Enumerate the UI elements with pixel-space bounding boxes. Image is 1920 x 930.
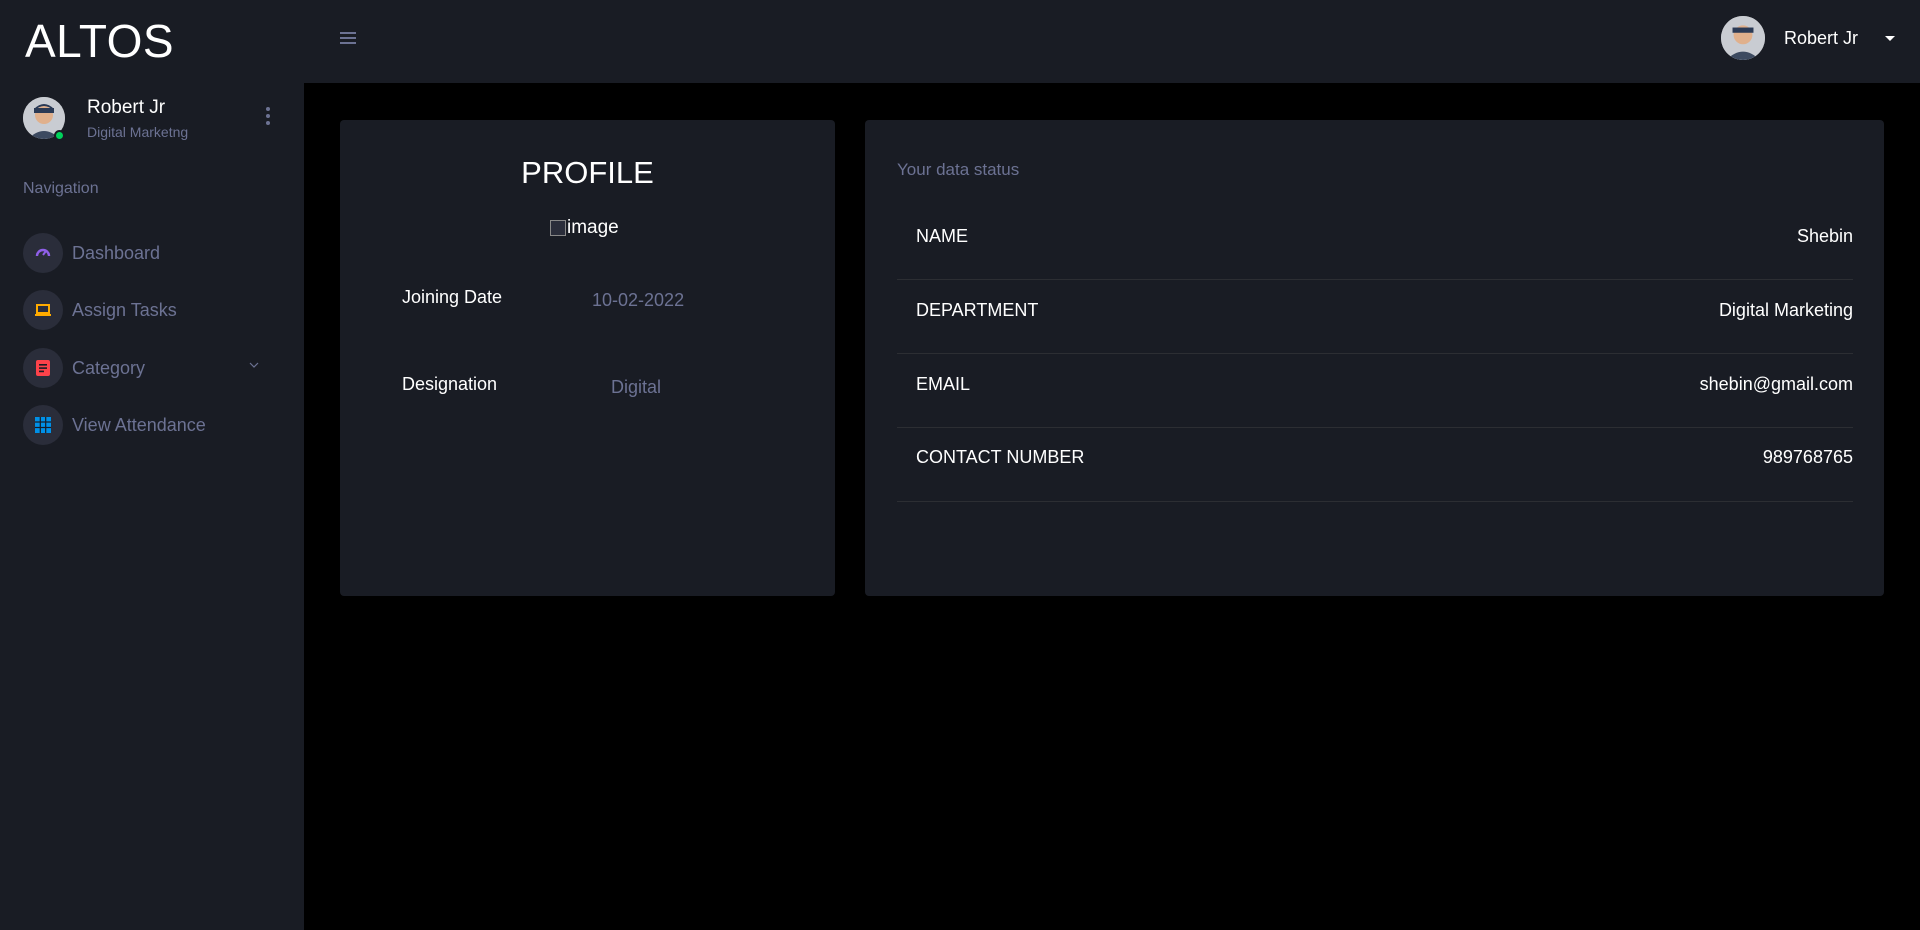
laptop-icon [23,290,63,330]
joining-date-value: 10-02-2022 [592,290,685,310]
row-value: Digital Marketing [1718,300,1853,320]
profile-image: image [550,217,619,239]
sidebar-item-label: View Attendance [72,415,206,435]
row-key: NAME [916,226,969,246]
topbar: Robert Jr [304,0,1920,83]
chevron-down-icon[interactable] [249,360,259,370]
table-row: EMAIL shebin@gmail.com [897,354,1853,428]
sidebar-item-dashboard[interactable]: Dashboard [23,233,288,275]
row-value: 989768765 [1762,447,1853,467]
status-table: NAME Shebin DEPARTMENT Digital Marketing… [897,190,1853,502]
list-icon [23,348,63,388]
table-icon [23,405,63,445]
table-row: DEPARTMENT Digital Marketing [897,280,1853,354]
row-key: CONTACT NUMBER [916,447,1085,467]
row-value: Shebin [1796,226,1853,246]
topbar-user-name: Robert Jr [1784,28,1859,48]
row-key: DEPARTMENT [916,300,1039,320]
image-alt-text: image [567,217,619,238]
caret-down-icon [1885,36,1895,41]
sidebar-item-label: Category [72,358,146,378]
table-row: CONTACT NUMBER 989768765 [897,428,1853,502]
profile-card: PROFILE image Joining Date 10-02-2022 De… [340,120,835,596]
sidebar-item-label: Dashboard [72,243,161,263]
sidebar: ALTOS Robert Jr Digital Marketng Navigat… [0,0,304,930]
sidebar-item-view-attendance[interactable]: View Attendance [23,405,288,447]
profile-title: PROFILE [521,155,654,190]
menu-toggle-icon[interactable] [340,32,356,44]
user-dropdown[interactable]: Robert Jr [1721,16,1901,62]
speedometer-icon [23,233,63,273]
brand-logo[interactable]: ALTOS [25,14,174,68]
joining-date-label: Joining Date [402,287,503,307]
broken-image-icon [550,220,566,236]
row-key: EMAIL [916,374,971,394]
sidebar-item-category[interactable]: Category [23,348,288,390]
status-heading: Your data status [897,160,1020,179]
sidebar-item-assign-tasks[interactable]: Assign Tasks [23,290,288,332]
avatar[interactable] [1721,16,1765,60]
row-value: shebin@gmail.com [1699,374,1853,394]
designation-value: Digital [611,377,662,397]
sidebar-profile: Robert Jr Digital Marketng [23,97,285,141]
sidebar-item-label: Assign Tasks [72,300,177,320]
more-vertical-icon[interactable] [263,107,273,129]
table-row: NAME Shebin [897,190,1853,280]
online-status-dot [54,130,65,141]
nav-heading: Navigation [23,180,99,197]
data-status-card: Your data status NAME Shebin DEPARTMENT … [865,120,1884,596]
sidebar-user-role: Digital Marketng [87,124,189,140]
sidebar-user-name: Robert Jr [87,97,166,118]
designation-label: Designation [402,374,498,394]
